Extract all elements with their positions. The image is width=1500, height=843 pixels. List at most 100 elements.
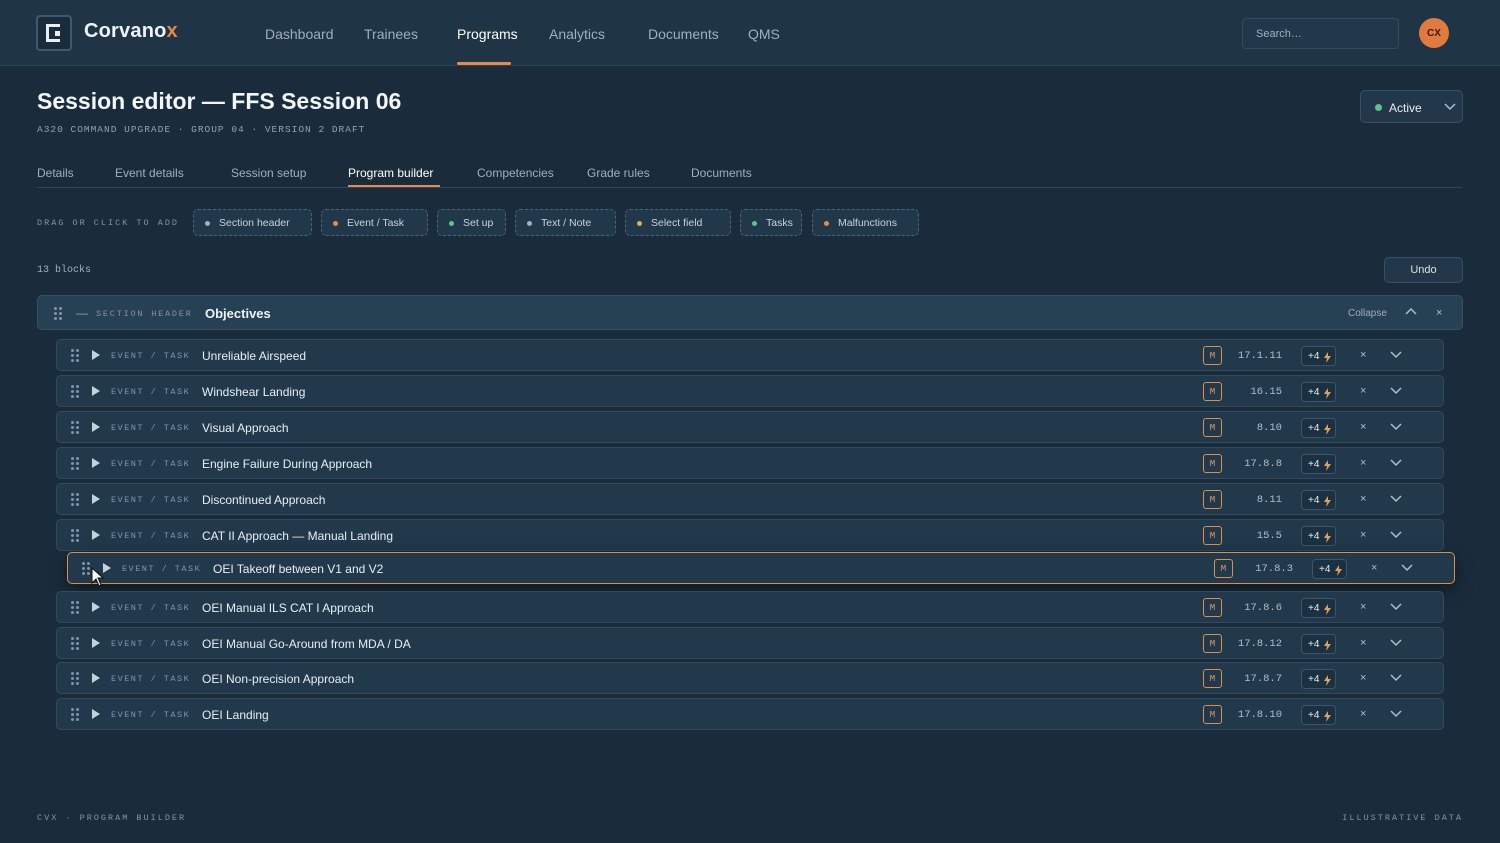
drag-handle-icon[interactable] [71, 349, 79, 362]
nav-item-qms[interactable]: QMS [748, 26, 780, 42]
tab-event-details[interactable]: Event details [115, 166, 184, 180]
tab-details[interactable]: Details [37, 166, 74, 180]
chevron-down-icon[interactable] [1389, 457, 1403, 469]
event-title[interactable]: Discontinued Approach [202, 493, 325, 507]
collapse-button[interactable]: Collapse [1348, 308, 1387, 319]
linked-items-badge[interactable]: +4 [1301, 418, 1336, 438]
expand-play-icon[interactable] [92, 422, 100, 432]
drag-handle-icon[interactable] [71, 385, 79, 398]
linked-items-badge[interactable]: +4 [1301, 346, 1336, 366]
expand-play-icon[interactable] [92, 530, 100, 540]
event-title[interactable]: Engine Failure During Approach [202, 457, 372, 471]
chevron-down-icon[interactable] [1389, 421, 1403, 433]
drag-handle-icon[interactable] [71, 672, 79, 685]
event-task-block[interactable]: EVENT / TASK Discontinued Approach M 8.11 +4… [56, 483, 1444, 515]
logo-icon[interactable] [36, 15, 72, 51]
drag-handle-icon[interactable] [71, 601, 79, 614]
chevron-down-icon[interactable] [1389, 529, 1403, 541]
linked-items-badge[interactable]: +4 [1312, 559, 1347, 579]
remove-icon[interactable]: × [1360, 385, 1366, 397]
nav-item-dashboard[interactable]: Dashboard [265, 26, 334, 42]
remove-icon[interactable]: × [1360, 672, 1366, 684]
drag-handle-icon[interactable] [71, 493, 79, 506]
drag-handle-icon[interactable] [54, 307, 62, 320]
tab-grade-rules[interactable]: Grade rules [587, 166, 650, 180]
event-task-block[interactable]: EVENT / TASK OEI Takeoff between V1 and V… [67, 552, 1455, 584]
remove-icon[interactable]: × [1360, 457, 1366, 469]
event-title[interactable]: OEI Takeoff between V1 and V2 [213, 562, 383, 576]
event-task-block[interactable]: EVENT / TASK OEI Manual Go-Around from MD… [56, 627, 1444, 659]
add-chip-text-note[interactable]: Text / Note [515, 209, 616, 236]
event-task-block[interactable]: EVENT / TASK OEI Manual ILS CAT I Approac… [56, 591, 1444, 623]
chevron-down-icon[interactable] [1389, 637, 1403, 649]
nav-item-documents[interactable]: Documents [648, 26, 719, 42]
event-task-block[interactable]: EVENT / TASK OEI Non-precision Approach M 1… [56, 662, 1444, 694]
event-title[interactable]: Unreliable Airspeed [202, 349, 306, 363]
event-title[interactable]: OEI Landing [202, 708, 269, 722]
linked-items-badge[interactable]: +4 [1301, 382, 1336, 402]
tab-session-setup[interactable]: Session setup [231, 166, 306, 180]
drag-handle-icon[interactable] [82, 562, 90, 575]
event-task-block[interactable]: EVENT / TASK Windshear Landing M 16.15 +4 × [56, 375, 1444, 407]
add-chip-event-task[interactable]: Event / Task [321, 209, 428, 236]
chevron-down-icon[interactable] [1389, 493, 1403, 505]
tab-competencies[interactable]: Competencies [477, 166, 554, 180]
drag-handle-icon[interactable] [71, 457, 79, 470]
linked-items-badge[interactable]: +4 [1301, 526, 1336, 546]
remove-icon[interactable]: × [1360, 493, 1366, 505]
event-title[interactable]: OEI Manual Go-Around from MDA / DA [202, 637, 411, 651]
event-title[interactable]: Windshear Landing [202, 385, 305, 399]
drag-handle-icon[interactable] [71, 637, 79, 650]
expand-play-icon[interactable] [92, 673, 100, 683]
linked-items-badge[interactable]: +4 [1301, 705, 1336, 725]
remove-icon[interactable]: × [1360, 349, 1366, 361]
brand-name[interactable]: Corvanox [84, 20, 178, 43]
event-task-block[interactable]: EVENT / TASK Visual Approach M 8.10 +4 × [56, 411, 1444, 443]
undo-button[interactable]: Undo [1384, 257, 1463, 283]
remove-icon[interactable]: × [1360, 529, 1366, 541]
nav-item-trainees[interactable]: Trainees [364, 26, 418, 42]
chevron-down-icon[interactable] [1389, 672, 1403, 684]
drag-handle-icon[interactable] [71, 708, 79, 721]
linked-items-badge[interactable]: +4 [1301, 634, 1336, 654]
search-input[interactable] [1242, 18, 1399, 49]
remove-icon[interactable]: × [1360, 601, 1366, 613]
chevron-down-icon[interactable] [1389, 708, 1403, 720]
tab-documents[interactable]: Documents [691, 166, 752, 180]
chevron-up-icon[interactable] [1404, 306, 1418, 318]
nav-item-programs[interactable]: Programs [457, 26, 518, 42]
expand-play-icon[interactable] [92, 494, 100, 504]
linked-items-badge[interactable]: +4 [1301, 669, 1336, 689]
event-title[interactable]: OEI Manual ILS CAT I Approach [202, 601, 374, 615]
expand-play-icon[interactable] [92, 602, 100, 612]
event-task-block[interactable]: EVENT / TASK Unreliable Airspeed M 17.1.11 +… [56, 339, 1444, 371]
add-chip-tasks[interactable]: Tasks [740, 209, 802, 236]
add-chip-select-field[interactable]: Select field [625, 209, 731, 236]
remove-icon[interactable]: × [1360, 421, 1366, 433]
section-title[interactable]: Objectives [205, 306, 271, 321]
expand-play-icon[interactable] [92, 350, 100, 360]
event-task-block[interactable]: EVENT / TASK Engine Failure During Approa… [56, 447, 1444, 479]
avatar[interactable]: CX [1419, 18, 1449, 48]
event-title[interactable]: OEI Non-precision Approach [202, 672, 354, 686]
nav-item-analytics[interactable]: Analytics [549, 26, 605, 42]
section-header-block[interactable]: — SECTION HEADER Objectives Collapse × [37, 295, 1463, 330]
chevron-down-icon[interactable] [1389, 385, 1403, 397]
drag-handle-icon[interactable] [71, 529, 79, 542]
remove-icon[interactable]: × [1360, 637, 1366, 649]
expand-play-icon[interactable] [92, 386, 100, 396]
linked-items-badge[interactable]: +4 [1301, 598, 1336, 618]
linked-items-badge[interactable]: +4 [1301, 454, 1336, 474]
remove-icon[interactable]: × [1371, 562, 1377, 574]
expand-play-icon[interactable] [92, 709, 100, 719]
chevron-down-icon[interactable] [1389, 601, 1403, 613]
linked-items-badge[interactable]: +4 [1301, 490, 1336, 510]
chevron-down-icon[interactable] [1389, 349, 1403, 361]
expand-play-icon[interactable] [92, 638, 100, 648]
status-dropdown[interactable]: Active [1360, 90, 1463, 123]
close-icon[interactable]: × [1436, 307, 1442, 319]
event-task-block[interactable]: EVENT / TASK CAT II Approach — Manual Lan… [56, 519, 1444, 551]
event-task-block[interactable]: EVENT / TASK OEI Landing M 17.8.10 +4 × [56, 698, 1444, 730]
expand-play-icon[interactable] [92, 458, 100, 468]
drag-handle-icon[interactable] [71, 421, 79, 434]
